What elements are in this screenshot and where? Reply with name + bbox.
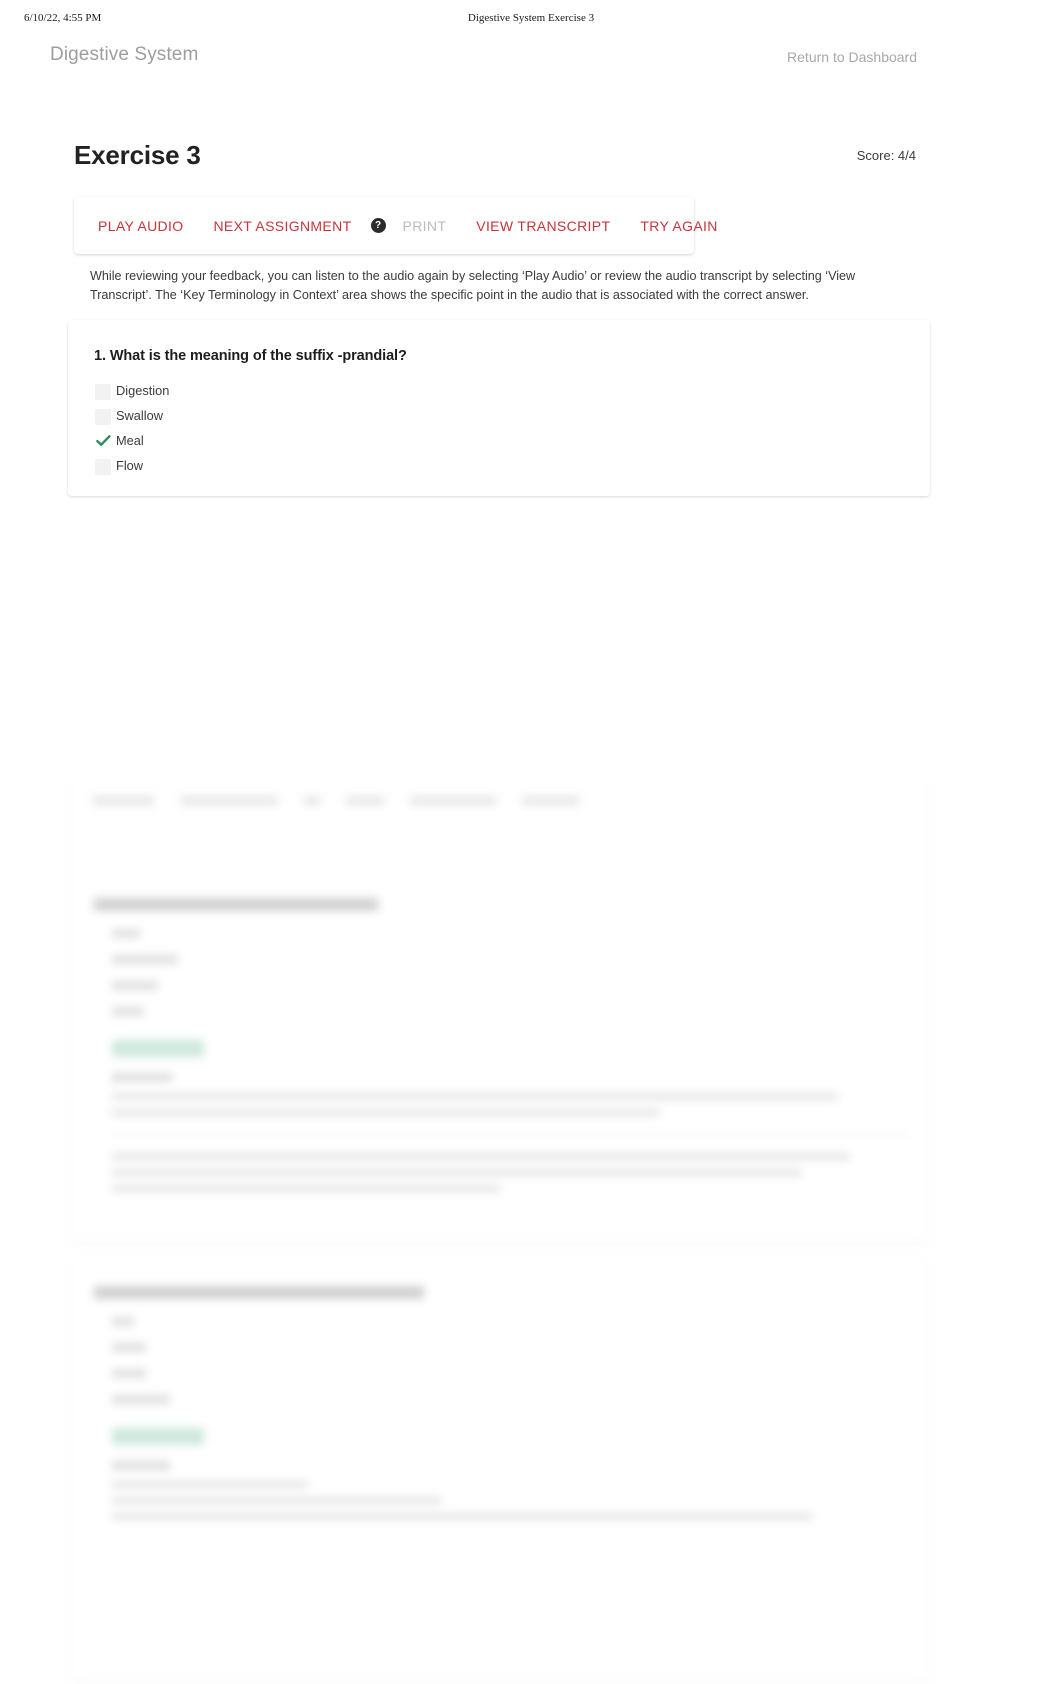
question-text: 1. What is the meaning of the suffix -pr… [94,348,407,364]
blurred-chip [92,796,154,805]
blurred-chip [346,796,384,805]
answer-option[interactable]: Swallow [90,403,930,428]
blurred-subheading [112,1073,172,1082]
blurred-correct-badge [112,1428,204,1445]
answer-option-list: Digestion Swallow Meal Flow [68,378,930,478]
blurred-toolbar-row [68,782,930,805]
question-card: 1. What is the meaning of the suffix -pr… [68,320,930,496]
answer-option-label: Digestion [116,383,170,398]
print-header-title: Digestive System Exercise 3 [467,12,595,24]
blurred-option [112,1343,146,1352]
blurred-question-heading [94,1286,424,1299]
blurred-text-line [112,1513,812,1520]
blurred-option [112,1317,134,1326]
view-transcript-button[interactable]: VIEW TRANSCRIPT [462,209,624,243]
blurred-question-heading [94,898,378,911]
answer-option-label: Meal [116,433,144,448]
app-brand-title: Digestive System [50,44,199,65]
answer-option-label: Flow [116,458,144,473]
blurred-chip [180,796,278,805]
blurred-question-card [68,1260,930,1680]
play-audio-button[interactable]: PLAY AUDIO [84,209,197,243]
blurred-option [112,1007,144,1016]
page-title-row: Exercise 3 Score: 4/4 [0,140,1062,180]
blurred-option [112,981,158,990]
blurred-divider [112,1134,908,1135]
answer-option-label: Swallow [116,408,163,423]
help-icon[interactable]: ? [370,218,386,233]
blurred-option [112,955,178,964]
blurred-correct-badge [112,1040,204,1057]
blurred-text-line [112,1109,660,1116]
blurred-question-card [68,872,930,1242]
blurred-toolbar-card [68,782,930,880]
answer-option[interactable]: Digestion [90,378,930,403]
blurred-page-preview [0,760,1062,1684]
next-assignment-button[interactable]: NEXT ASSIGNMENT [199,209,365,243]
return-to-dashboard-link[interactable]: Return to Dashboard [787,49,917,65]
app-bar: Digestive System Return to Dashboard [0,44,1062,82]
answer-option-correct[interactable]: Meal [90,428,930,453]
instructions-text: While reviewing your feedback, you can l… [90,269,856,302]
checkmark-icon [90,434,116,447]
blurred-chip [522,796,580,805]
blurred-option [112,1395,170,1404]
blurred-text-line [112,1093,838,1100]
blurred-chip [304,796,320,805]
blurred-option [112,1369,146,1378]
page-title: Exercise 3 [74,140,201,170]
blurred-text-line [112,1497,442,1504]
blurred-text-line [112,1185,500,1192]
blurred-subheading [112,1461,170,1470]
print-header: 6/10/22, 4:55 PM Digestive System Exerci… [0,12,1062,30]
score-label: Score: 4/4 [856,148,916,163]
blurred-chip [410,796,496,805]
exercise-toolbar: PLAY AUDIO NEXT ASSIGNMENT ? PRINT VIEW … [74,197,717,254]
try-again-button[interactable]: TRY AGAIN [626,209,731,243]
answer-option[interactable]: Flow [90,453,930,478]
print-button: PRINT [389,209,461,243]
blurred-text-line [112,1481,308,1488]
blurred-option [112,929,140,938]
blurred-text-line [112,1153,850,1160]
blurred-text-line [112,1169,802,1176]
